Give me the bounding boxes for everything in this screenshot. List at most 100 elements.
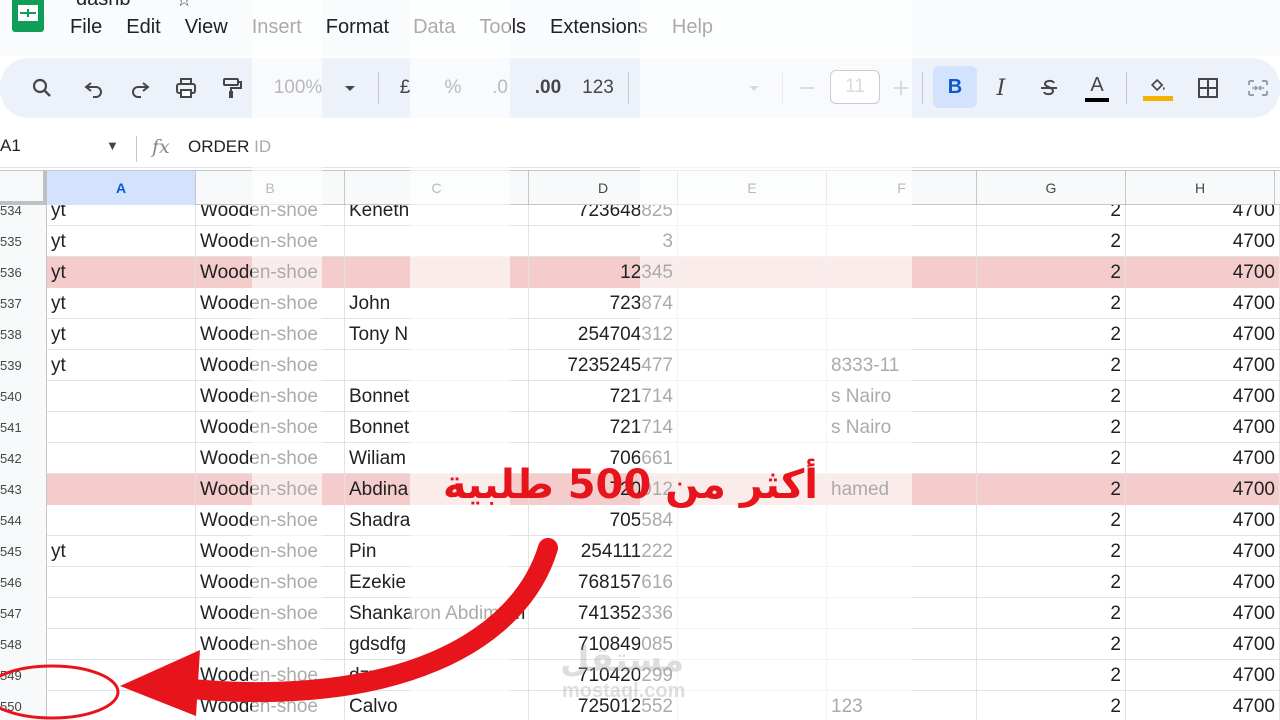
cell-a[interactable]: [47, 691, 196, 720]
cell-b[interactable]: Wooden-shoe: [196, 350, 345, 381]
row-header[interactable]: 544: [0, 505, 47, 536]
row-header[interactable]: 545: [0, 536, 47, 567]
fill-color-icon[interactable]: [1140, 58, 1176, 118]
cell-h[interactable]: 4700: [1126, 691, 1280, 720]
row-header[interactable]: 540: [0, 381, 47, 412]
cell-a[interactable]: [47, 629, 196, 660]
cell-a[interactable]: [47, 474, 196, 505]
cell-b[interactable]: Wooden-shoe: [196, 412, 345, 443]
row-header[interactable]: 547: [0, 598, 47, 629]
column-header-a[interactable]: A: [47, 171, 196, 205]
cell-e[interactable]: [678, 629, 827, 660]
menu-tools[interactable]: Tools: [479, 16, 538, 39]
cell-b[interactable]: Wooden-shoe: [196, 474, 345, 505]
cell-h[interactable]: 4700: [1126, 629, 1280, 660]
cell-b[interactable]: Wooden-shoe: [196, 381, 345, 412]
row-header[interactable]: 541: [0, 412, 47, 443]
row-header[interactable]: 548: [0, 629, 47, 660]
row-header[interactable]: 539: [0, 350, 47, 381]
cell-c[interactable]: gdsdfg: [345, 629, 529, 660]
cell-c[interactable]: John: [345, 288, 529, 319]
document-title[interactable]: dasnb: [76, 0, 131, 11]
text-color-button[interactable]: A: [1082, 58, 1112, 118]
cell-b[interactable]: Wooden-shoe: [196, 598, 345, 629]
cell-b[interactable]: Wooden-shoe: [196, 319, 345, 350]
star-icon[interactable]: ☆: [176, 0, 192, 11]
cell-f[interactable]: s Nairo: [827, 412, 977, 443]
cell-f[interactable]: hamed: [827, 474, 977, 505]
cell-b[interactable]: Wooden-shoe: [196, 567, 345, 598]
cell-h[interactable]: 4700: [1126, 350, 1280, 381]
cell-d[interactable]: 254111222: [529, 536, 678, 567]
print-icon[interactable]: [168, 58, 204, 118]
cell-h[interactable]: 4700: [1126, 319, 1280, 350]
increase-decimal-button[interactable]: .00: [530, 58, 566, 118]
cell-e[interactable]: [678, 226, 827, 257]
cell-f[interactable]: [827, 288, 977, 319]
borders-icon[interactable]: [1190, 58, 1226, 118]
column-header-f[interactable]: F: [827, 171, 977, 205]
cell-h[interactable]: 4700: [1126, 567, 1280, 598]
cell-f[interactable]: [827, 319, 977, 350]
cell-f[interactable]: 8333-11: [827, 350, 977, 381]
cell-e[interactable]: [678, 536, 827, 567]
cell-b[interactable]: Wooden-shoe: [196, 505, 345, 536]
cell-g[interactable]: 2: [977, 288, 1126, 319]
cell-d[interactable]: 741352336: [529, 598, 678, 629]
column-header-g[interactable]: G: [977, 171, 1126, 205]
cell-c[interactable]: Calvo: [345, 691, 529, 720]
cell-h[interactable]: 4700: [1126, 474, 1280, 505]
cell-a[interactable]: [47, 660, 196, 691]
cell-c[interactable]: Shankaron Abdimam: [345, 598, 529, 629]
cell-h[interactable]: 4700: [1126, 660, 1280, 691]
row-header[interactable]: 546: [0, 567, 47, 598]
cell-d[interactable]: 723648825: [529, 205, 678, 226]
cell-b[interactable]: Wooden-shoe: [196, 205, 345, 226]
formula-input[interactable]: [188, 137, 688, 157]
cell-g[interactable]: 2: [977, 443, 1126, 474]
more-formats-button[interactable]: 123: [578, 58, 618, 118]
cell-d[interactable]: 705584: [529, 505, 678, 536]
cell-g[interactable]: 2: [977, 536, 1126, 567]
row-header[interactable]: 537: [0, 288, 47, 319]
cell-g[interactable]: 2: [977, 205, 1126, 226]
cell-g[interactable]: 2: [977, 350, 1126, 381]
cell-c[interactable]: [345, 226, 529, 257]
menu-file[interactable]: File: [70, 16, 114, 39]
cell-d[interactable]: 7235245477: [529, 350, 678, 381]
paint-format-icon[interactable]: [214, 58, 250, 118]
font-size-input[interactable]: 11: [830, 70, 880, 104]
merge-cells-icon[interactable]: [1240, 58, 1276, 118]
menu-format[interactable]: Format: [326, 16, 401, 39]
currency-format-button[interactable]: £: [392, 58, 418, 118]
cell-f[interactable]: [827, 257, 977, 288]
cell-a[interactable]: [47, 412, 196, 443]
cell-f[interactable]: [827, 629, 977, 660]
cell-h[interactable]: 4700: [1126, 536, 1280, 567]
menu-insert[interactable]: Insert: [252, 16, 314, 39]
cell-e[interactable]: [678, 319, 827, 350]
cell-b[interactable]: Wooden-shoe: [196, 443, 345, 474]
cell-f[interactable]: s Nairo: [827, 381, 977, 412]
menu-view[interactable]: View: [185, 16, 240, 39]
cell-d[interactable]: 3: [529, 226, 678, 257]
cell-b[interactable]: Wooden-shoe: [196, 226, 345, 257]
cell-c[interactable]: Tony N: [345, 319, 529, 350]
row-header[interactable]: 543: [0, 474, 47, 505]
cell-d[interactable]: 254704312: [529, 319, 678, 350]
cell-e[interactable]: [678, 205, 827, 226]
cell-e[interactable]: [678, 660, 827, 691]
cell-e[interactable]: [678, 412, 827, 443]
cell-e[interactable]: [678, 598, 827, 629]
row-header[interactable]: 535: [0, 226, 47, 257]
search-menus-icon[interactable]: [24, 58, 60, 118]
cell-g[interactable]: 2: [977, 412, 1126, 443]
cell-a[interactable]: yt: [47, 226, 196, 257]
decrease-decimal-button[interactable]: .0: [482, 58, 518, 118]
cell-e[interactable]: [678, 381, 827, 412]
menu-help[interactable]: Help: [672, 16, 725, 39]
cell-a[interactable]: yt: [47, 257, 196, 288]
cell-a[interactable]: yt: [47, 288, 196, 319]
row-header[interactable]: 536: [0, 257, 47, 288]
redo-icon[interactable]: [122, 58, 158, 118]
